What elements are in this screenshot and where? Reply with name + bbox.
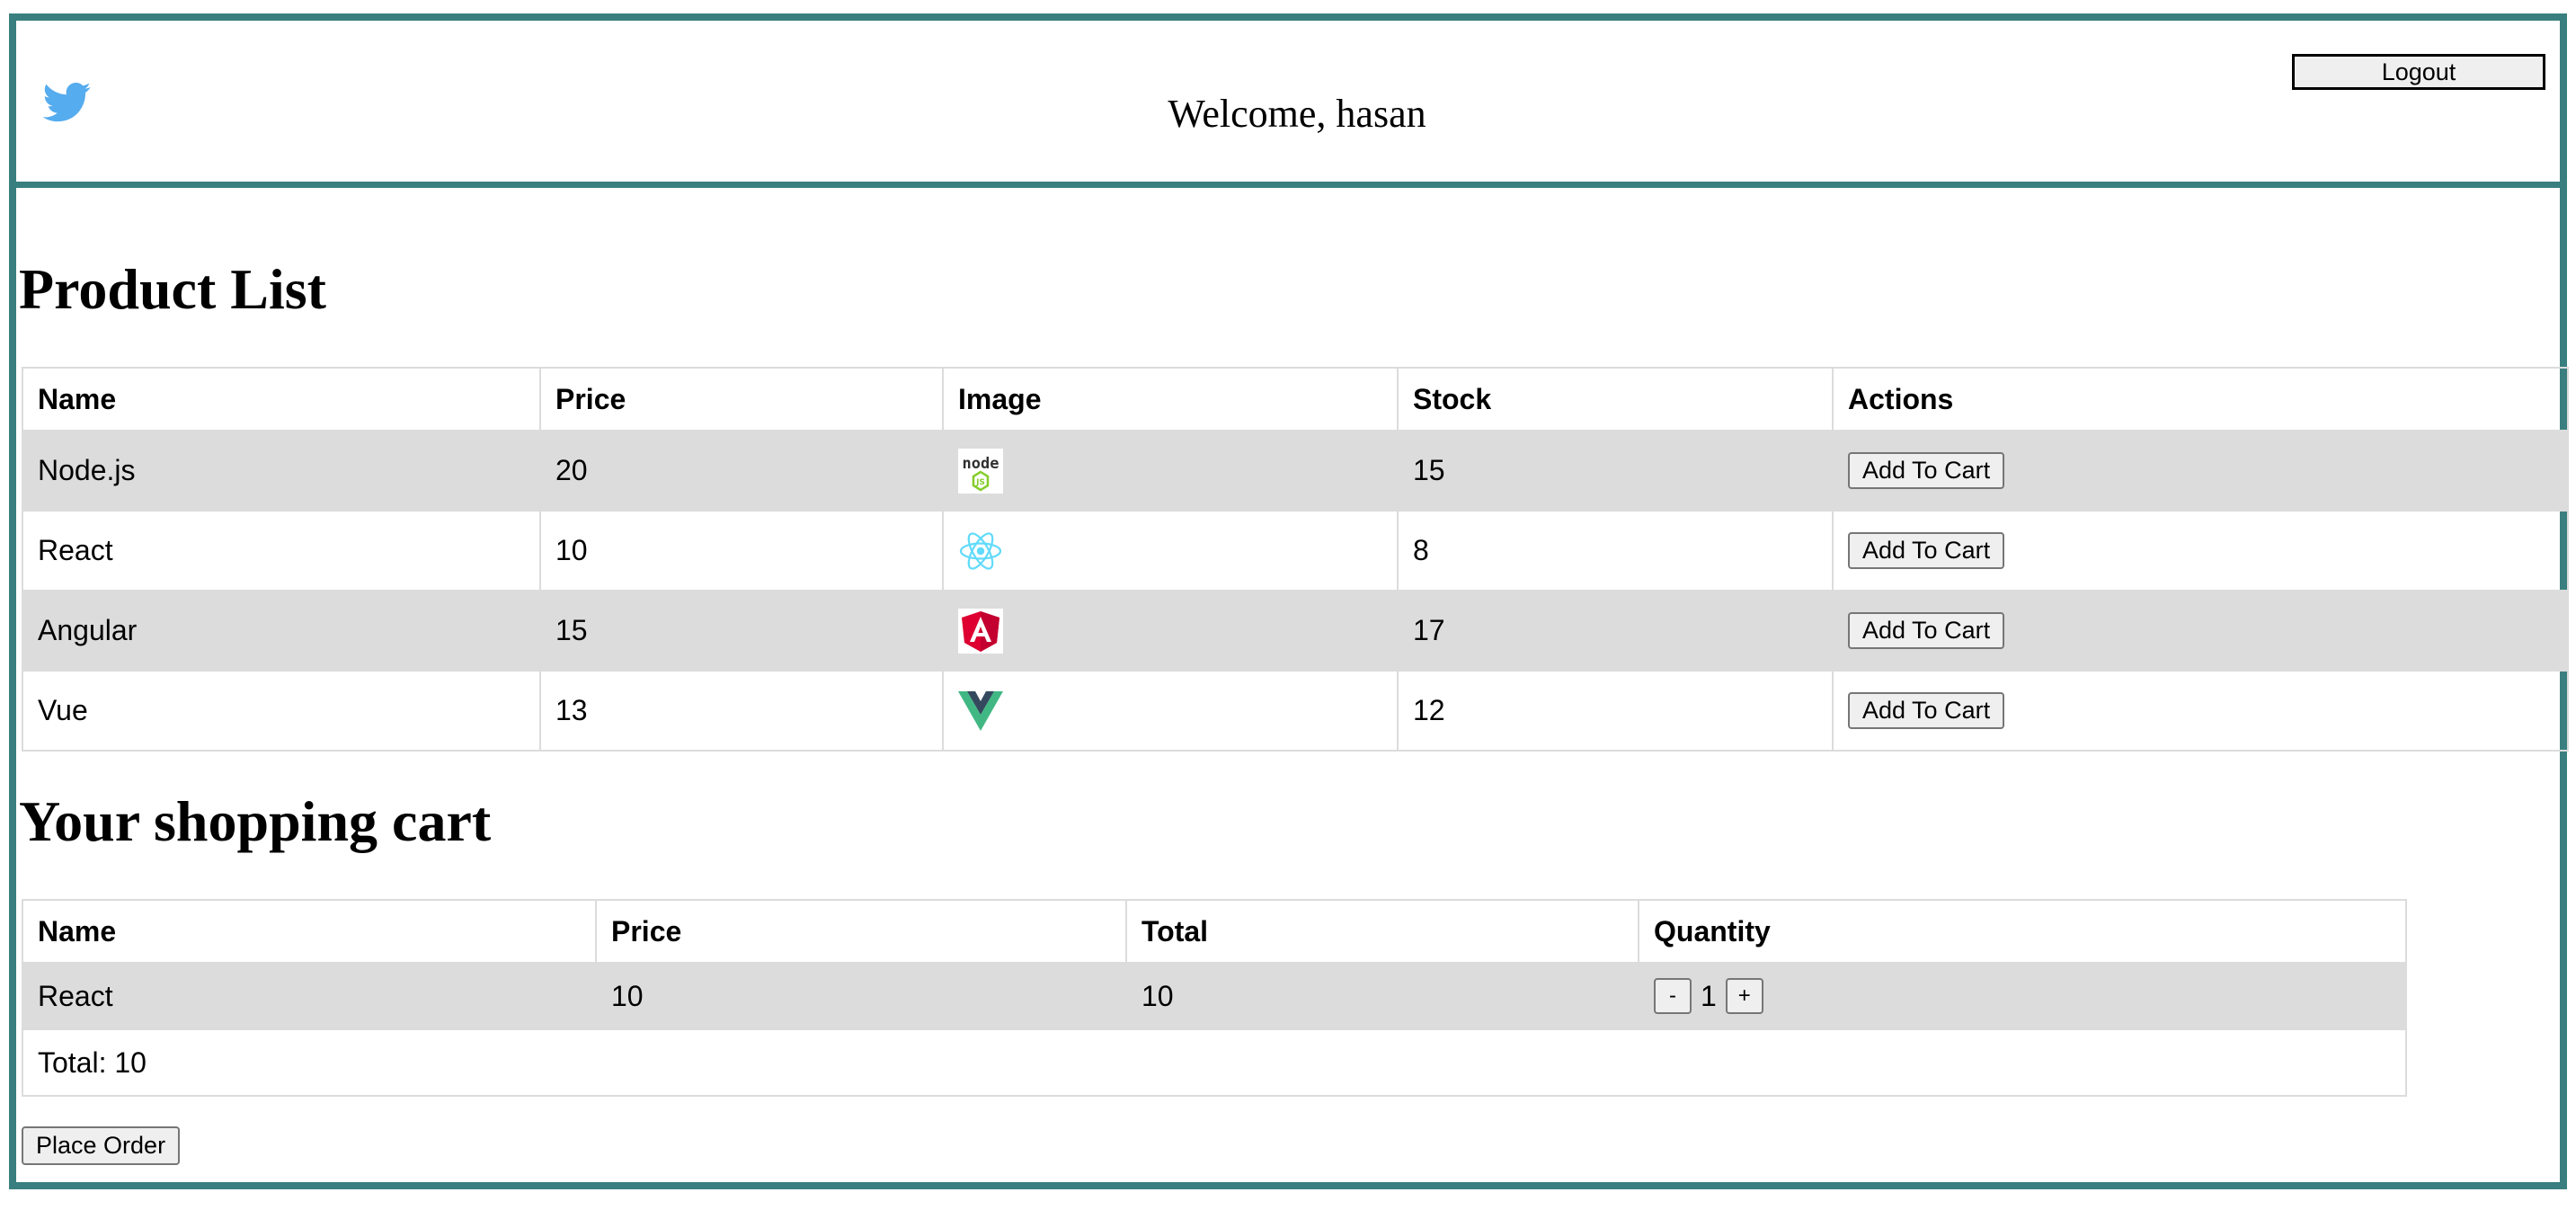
column-header-stock: Stock [1397, 367, 1834, 432]
product-table: Name Price Image Stock Actions Node.js 2… [22, 367, 2569, 752]
product-row-vue: Vue 13 12 Add To Cart [22, 670, 2569, 752]
welcome-message: Welcome, hasan [1168, 92, 1426, 136]
product-name: Vue [22, 670, 541, 752]
logout-button[interactable]: Logout [2292, 54, 2545, 90]
product-list-title: Product List [19, 257, 326, 321]
product-price: 20 [539, 430, 944, 512]
product-price: 15 [539, 590, 944, 672]
cart-table: Name Price Total Quantity React 10 10 -1… [22, 899, 2407, 1097]
cart-total: Total: 10 [22, 1028, 2407, 1097]
add-to-cart-button[interactable]: Add To Cart [1848, 692, 2005, 729]
cart-total-row: Total: 10 [22, 1028, 2407, 1097]
header: Welcome, hasan Logout [16, 21, 2560, 188]
cart-item-name: React [22, 962, 597, 1030]
increment-quantity-button[interactable]: + [1725, 978, 1763, 1015]
add-to-cart-button[interactable]: Add To Cart [1848, 452, 2005, 489]
product-image-cell [942, 590, 1399, 672]
cart-item-quantity-cell: -1 + [1638, 962, 2407, 1030]
product-actions-cell: Add To Cart [1832, 510, 2569, 592]
column-header-name: Name [22, 367, 541, 432]
product-stock: 15 [1397, 430, 1834, 512]
column-header-actions: Actions [1832, 367, 2569, 432]
shopping-cart-title: Your shopping cart [19, 789, 492, 853]
product-row-angular: Angular 15 17 Add To Cart [22, 590, 2569, 672]
product-row-react: React 10 8 Add To Cart [22, 510, 2569, 592]
svg-text:JS: JS [975, 478, 985, 487]
product-table-header: Name Price Image Stock Actions [22, 367, 2569, 432]
quantity-value: 1 [1701, 979, 1717, 1012]
product-image-cell [942, 670, 1399, 752]
product-actions-cell: Add To Cart [1832, 590, 2569, 672]
decrement-quantity-button[interactable]: - [1654, 978, 1692, 1015]
cart-row-react: React 10 10 -1 + [22, 962, 2407, 1030]
product-image-cell: node JS [942, 430, 1399, 512]
add-to-cart-button[interactable]: Add To Cart [1848, 532, 2005, 569]
product-stock: 12 [1397, 670, 1834, 752]
cart-table-header: Name Price Total Quantity [22, 899, 2407, 964]
column-header-name: Name [22, 899, 597, 964]
place-order-button[interactable]: Place Order [22, 1126, 181, 1165]
product-row-nodejs: Node.js 20 node JS 15 Add To Cart [22, 430, 2569, 512]
product-stock: 17 [1397, 590, 1834, 672]
react-logo-icon [959, 531, 1002, 570]
cart-item-total: 10 [1125, 962, 1639, 1030]
add-to-cart-button[interactable]: Add To Cart [1848, 612, 2005, 649]
product-stock: 8 [1397, 510, 1834, 592]
cart-item-price: 10 [595, 962, 1127, 1030]
product-actions-cell: Add To Cart [1832, 670, 2569, 752]
column-header-image: Image [942, 367, 1399, 432]
nodejs-logo-icon: node JS [958, 448, 1003, 494]
column-header-price: Price [595, 899, 1127, 964]
product-price: 10 [539, 510, 944, 592]
product-actions-cell: Add To Cart [1832, 430, 2569, 512]
angular-logo-icon [958, 608, 1003, 654]
vue-logo-icon [958, 690, 1003, 731]
product-name: React [22, 510, 541, 592]
product-price: 13 [539, 670, 944, 752]
product-name: Angular [22, 590, 541, 672]
svg-text:node: node [963, 455, 999, 473]
column-header-price: Price [539, 367, 944, 432]
product-name: Node.js [22, 430, 541, 512]
column-header-quantity: Quantity [1638, 899, 2407, 964]
column-header-total: Total [1125, 899, 1639, 964]
product-image-cell [942, 510, 1399, 592]
app-frame: Welcome, hasan Logout Product List Name … [9, 13, 2569, 1189]
